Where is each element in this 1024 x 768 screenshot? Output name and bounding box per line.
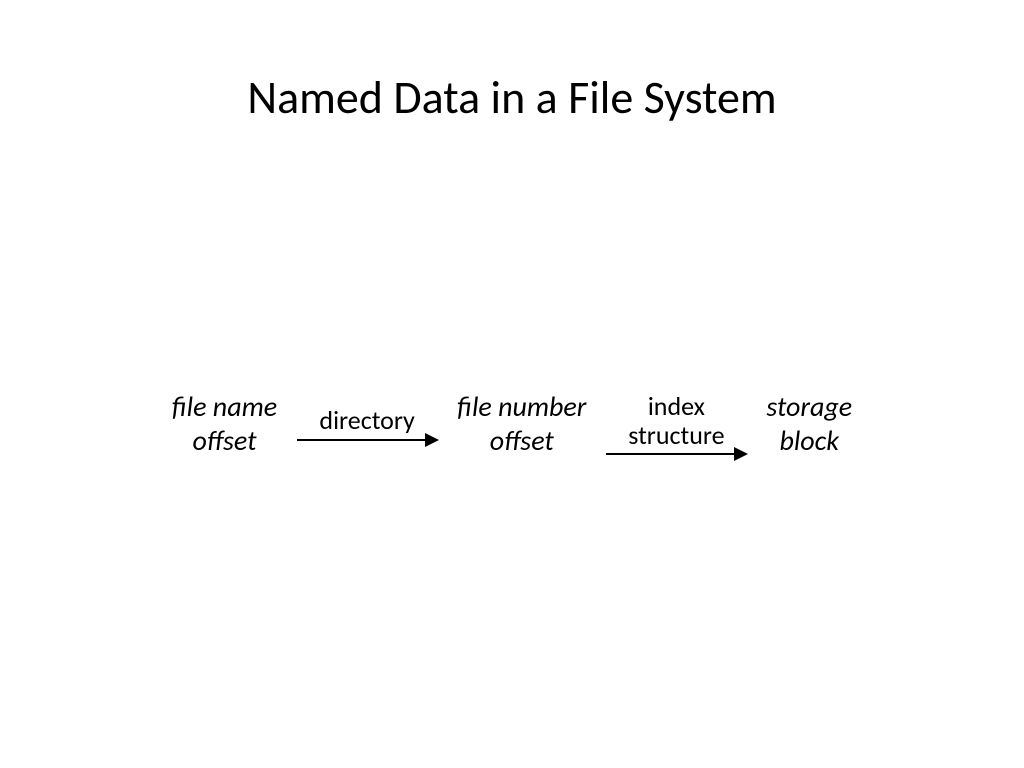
node-file-number-offset: file number offset xyxy=(447,390,596,457)
arrow-label-index-structure: index structure xyxy=(628,392,724,449)
node-text-line2: block xyxy=(779,423,839,458)
arrow-label-directory: directory xyxy=(319,406,414,435)
slide-title: Named Data in a File System xyxy=(0,70,1024,126)
arrow-label-line2: structure xyxy=(628,419,724,451)
arrow-index-structure: index structure xyxy=(596,392,756,455)
arrow-icon xyxy=(606,453,746,455)
arrow-directory: directory xyxy=(287,406,447,441)
node-text-line1: storage xyxy=(766,389,852,424)
node-file-name-offset: file name offset xyxy=(162,390,287,457)
arrow-icon xyxy=(297,439,437,441)
node-text-line1: file number xyxy=(457,389,586,424)
node-text-line2: offset xyxy=(490,423,554,458)
arrow-label-line1: index xyxy=(648,390,705,422)
flow-diagram: file name offset directory file number o… xyxy=(50,390,974,457)
node-storage-block: storage block xyxy=(756,390,862,457)
node-text-line1: file name xyxy=(172,389,277,424)
node-text-line2: offset xyxy=(192,423,256,458)
